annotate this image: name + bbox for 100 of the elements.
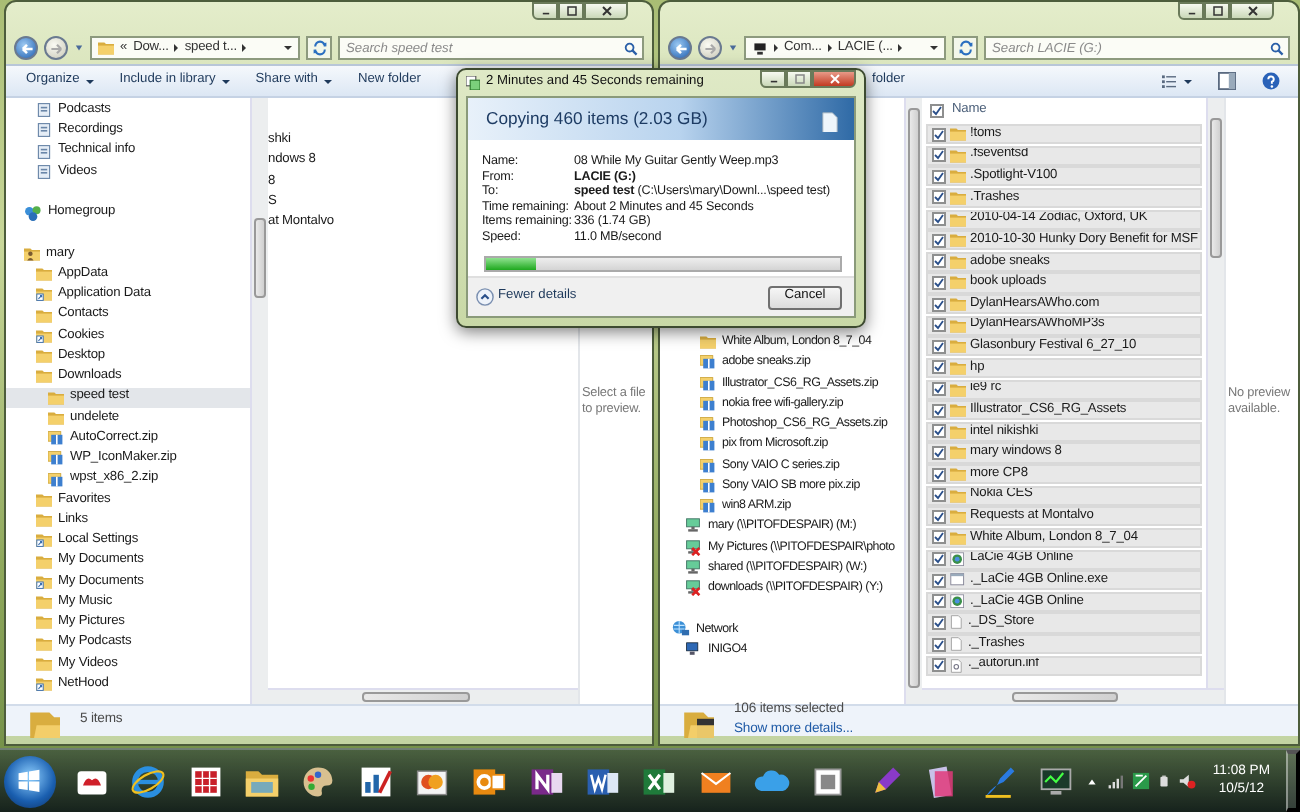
folder-shortcut-icon [36, 573, 52, 590]
minimize-icon [767, 75, 779, 83]
preview-pane-button[interactable] [1216, 68, 1238, 94]
breadcrumb-arrow-icon[interactable] [774, 44, 778, 52]
dialog-heading: Copying 460 items (2.03 GB) [486, 110, 708, 128]
maximize-button[interactable] [786, 70, 812, 88]
folder-icon [950, 296, 966, 313]
checkbox[interactable] [932, 573, 946, 588]
checkbox[interactable] [932, 382, 946, 397]
computer-icon [684, 641, 702, 658]
checkbox[interactable] [932, 169, 946, 184]
refresh-icon [311, 40, 327, 56]
checkbox[interactable] [932, 552, 946, 567]
minimize-icon [1185, 7, 1197, 15]
refresh-button[interactable] [952, 36, 978, 60]
maximize-button[interactable] [1204, 2, 1230, 20]
scrollbar[interactable] [250, 98, 268, 704]
breadcrumb-arrow-icon[interactable] [174, 44, 179, 52]
minimize-button[interactable] [1178, 2, 1204, 20]
refresh-button[interactable] [306, 36, 332, 60]
close-button[interactable] [812, 70, 856, 88]
checkbox[interactable] [932, 318, 946, 333]
view-options-button[interactable] [1158, 70, 1194, 92]
checkbox[interactable] [932, 212, 946, 227]
checkbox[interactable] [932, 403, 946, 418]
scroll-thumb[interactable] [908, 108, 920, 688]
checkbox[interactable] [932, 467, 946, 482]
zip-file-icon [48, 450, 64, 467]
breadcrumb-arrow-icon[interactable] [242, 44, 247, 52]
document-icon[interactable] [822, 107, 838, 131]
zip-file-icon [700, 436, 716, 453]
checkbox[interactable] [932, 594, 946, 609]
zip-file-icon [700, 354, 716, 371]
folder-icon [48, 389, 64, 406]
maximize-icon [1211, 6, 1223, 16]
scrollbar[interactable] [922, 688, 1224, 704]
zip-file-icon [700, 457, 716, 474]
checkbox[interactable] [932, 339, 946, 354]
close-button[interactable] [1230, 2, 1274, 20]
checkbox[interactable] [932, 148, 946, 163]
close-button[interactable] [584, 2, 628, 20]
folder-icon [950, 147, 966, 164]
show-desktop-button[interactable] [1286, 750, 1300, 812]
checkbox[interactable] [932, 509, 946, 524]
close-icon [829, 74, 839, 84]
checkbox[interactable] [932, 615, 946, 630]
checkbox[interactable] [932, 233, 946, 248]
zip-file-icon [700, 416, 716, 433]
checkmark-icon [932, 106, 942, 116]
folder-icon [950, 168, 966, 185]
checkbox[interactable] [932, 424, 946, 439]
checkbox[interactable] [932, 254, 946, 269]
help-button[interactable] [1260, 68, 1282, 94]
scrollbar[interactable] [1206, 98, 1224, 688]
scrollbar[interactable] [268, 688, 578, 704]
breadcrumb-arrow-icon[interactable] [827, 44, 832, 52]
checkbox[interactable] [932, 275, 946, 290]
sync-icon [1132, 772, 1151, 790]
forward-arrow-icon [49, 41, 63, 55]
zip-file-icon [48, 471, 64, 488]
show-hidden-icons-icon [1086, 775, 1099, 787]
folder-icon [36, 655, 52, 672]
checkbox[interactable] [932, 190, 946, 205]
scrollbar[interactable] [904, 98, 922, 704]
back-button[interactable] [668, 36, 692, 60]
scroll-thumb[interactable] [361, 692, 470, 702]
minimize-button[interactable] [532, 2, 558, 20]
scroll-thumb[interactable] [254, 218, 266, 298]
folder-icon [36, 635, 52, 652]
checkbox[interactable] [932, 658, 946, 673]
maximize-button[interactable] [558, 2, 584, 20]
checkbox[interactable] [932, 360, 946, 375]
volume-muted-icon [1178, 772, 1197, 790]
scroll-thumb[interactable] [1012, 692, 1119, 702]
dropdown-caret-icon[interactable] [930, 46, 938, 50]
scroll-thumb[interactable] [1210, 118, 1222, 258]
checkbox[interactable] [932, 445, 946, 460]
back-button[interactable] [14, 36, 38, 60]
folder-icon [950, 444, 966, 461]
checkbox[interactable] [932, 488, 946, 503]
minimize-button[interactable] [760, 70, 786, 88]
application-icon [950, 593, 966, 610]
checkbox[interactable] [932, 297, 946, 312]
checkbox[interactable] [932, 127, 946, 142]
start-button[interactable] [4, 755, 56, 807]
dropdown-caret-icon[interactable] [284, 46, 292, 50]
folder-shortcut-icon [36, 327, 52, 344]
select-all-checkbox[interactable] [930, 104, 944, 118]
folder-icon [36, 368, 52, 385]
program-file-icon [950, 572, 966, 589]
back-arrow-icon [673, 41, 687, 55]
checkbox[interactable] [932, 637, 946, 652]
breadcrumb-arrow-icon[interactable] [898, 44, 903, 52]
forward-button[interactable] [44, 36, 68, 60]
folder-icon [36, 553, 52, 570]
settings-file-icon [950, 657, 964, 674]
forward-button[interactable] [698, 36, 722, 60]
checkbox[interactable] [932, 530, 946, 545]
user-folder-icon [24, 245, 40, 262]
signal-icon [1106, 773, 1125, 789]
